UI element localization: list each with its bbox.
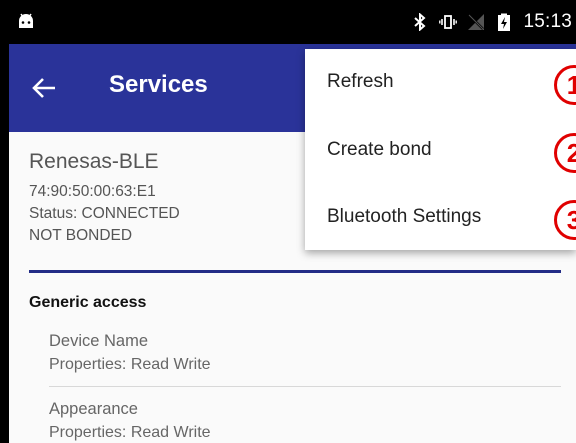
vibrate-icon — [439, 15, 458, 29]
device-status: Status: CONNECTED — [29, 205, 180, 222]
service-title[interactable]: Generic access — [29, 294, 146, 312]
menu-item-refresh[interactable]: Refresh — [327, 71, 567, 111]
characteristic-item[interactable]: Device Name Properties: Read Write — [49, 330, 211, 376]
android-icon — [19, 13, 33, 28]
characteristic-properties: Properties: Read Write — [49, 424, 211, 441]
characteristic-name: Device Name — [49, 332, 149, 350]
list-divider — [49, 386, 561, 387]
characteristic-item[interactable]: Appearance Properties: Read Write — [49, 398, 211, 443]
device-info: Renesas-BLE 74:90:50:00:63:E1 Status: CO… — [29, 150, 180, 247]
app-screen: 15:13 Services Renesas-BLE 74:90:50:00:6… — [9, 0, 576, 443]
menu-item-create-bond[interactable]: Create bond — [327, 139, 567, 179]
device-divider — [29, 270, 561, 273]
no-signal-icon — [468, 14, 485, 30]
arrow-left-icon[interactable] — [27, 70, 63, 106]
device-address: 74:90:50:00:63:E1 — [29, 183, 156, 200]
page-title: Services — [109, 71, 208, 98]
battery-charging-icon — [498, 13, 511, 31]
status-bar: 15:13 — [9, 0, 576, 44]
device-name: Renesas-BLE — [29, 150, 159, 173]
menu-item-bluetooth-settings[interactable]: Bluetooth Settings — [327, 206, 567, 246]
characteristic-properties: Properties: Read Write — [49, 356, 211, 373]
device-bond-state: NOT BONDED — [29, 227, 133, 244]
bluetooth-icon — [414, 13, 426, 31]
characteristic-name: Appearance — [49, 400, 138, 418]
overflow-menu: Refresh Create bond Bluetooth Settings — [305, 49, 576, 250]
status-time: 15:13 — [523, 11, 572, 32]
